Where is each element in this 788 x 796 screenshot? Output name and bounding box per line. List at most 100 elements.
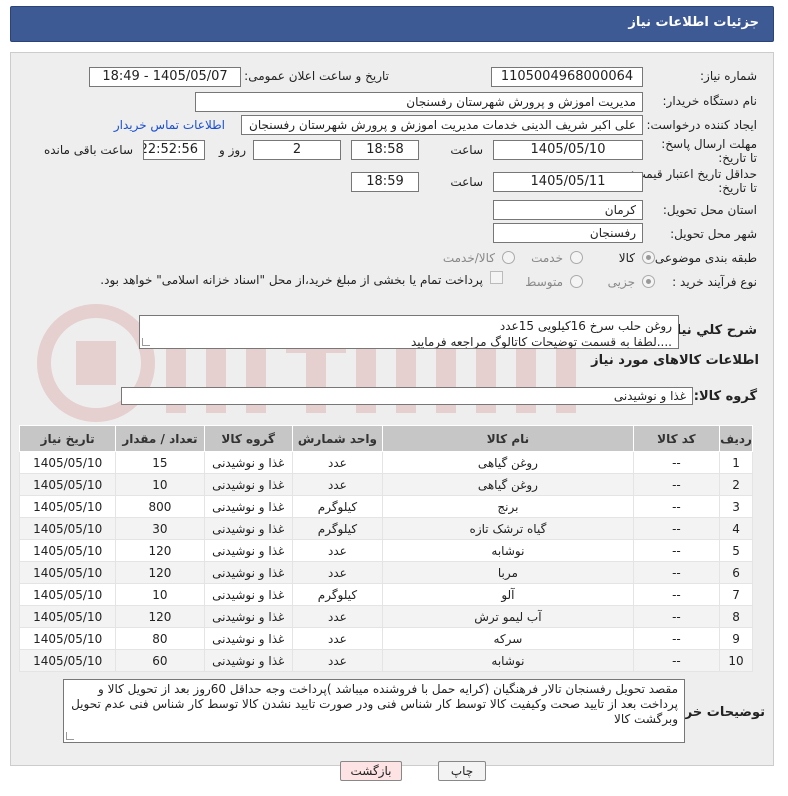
description-textarea[interactable]: روغن حلب سرخ 16کیلویی 15عدد ....لطفا به …: [139, 315, 679, 349]
treasury-payment-checkbox[interactable]: [490, 271, 503, 284]
row-group: غذا و نوشیدنی: [203, 561, 293, 584]
province-field: کرمان: [493, 200, 643, 220]
validity-label: حداقل تاریخ اعتبار قیمت: تا تاریخ:: [630, 167, 757, 195]
row-index: 6: [719, 561, 753, 584]
row-index: 7: [719, 583, 753, 606]
row-qty: 120: [115, 561, 205, 584]
table-row: 3 -- برنج کیلوگرم غذا و نوشیدنی 800 1405/05/10: [18, 495, 753, 518]
col-header-group: گروه کالا: [203, 425, 293, 452]
row-date: 1405/05/10: [18, 561, 117, 584]
goods-table-header: ردیف کد کالا نام کالا واحد شمارش گروه کا…: [18, 425, 753, 452]
row-name: روغن گیاهی: [382, 451, 634, 474]
need-number-field: 1105004968000064: [491, 67, 643, 87]
row-group: غذا و نوشیدنی: [203, 583, 293, 606]
resize-handle-icon[interactable]: [66, 732, 74, 740]
row-code: --: [632, 561, 721, 584]
buyer-contact-link[interactable]: اطلاعات تماس خریدار: [114, 118, 225, 132]
row-date: 1405/05/10: [18, 605, 117, 628]
col-header-unit: واحد شمارش: [291, 425, 384, 452]
validity-date-field: 1405/05/11: [493, 172, 643, 192]
validity-time-field: 18:59: [351, 172, 419, 192]
row-qty: 120: [115, 605, 205, 628]
buyer-org-label: نام دستگاه خریدار:: [662, 94, 758, 108]
row-unit: عدد: [291, 561, 384, 584]
table-row: 7 -- آلو کیلوگرم غذا و نوشیدنی 10 1405/05/10: [18, 583, 753, 606]
row-date: 1405/05/10: [18, 539, 117, 562]
description-line-1: روغن حلب سرخ 16کیلویی 15عدد: [499, 319, 672, 333]
row-group: غذا و نوشیدنی: [203, 473, 293, 496]
row-group: غذا و نوشیدنی: [203, 451, 293, 474]
remaining-label: ساعت باقی مانده: [43, 143, 133, 157]
row-qty: 10: [115, 473, 205, 496]
row-date: 1405/05/10: [18, 495, 117, 518]
row-name: نوشابه: [382, 539, 634, 562]
table-row: 5 -- نوشابه عدد غذا و نوشیدنی 120 1405/05/10: [18, 539, 753, 562]
row-date: 1405/05/10: [18, 583, 117, 606]
col-header-date: تاریخ نیاز: [18, 425, 117, 452]
row-unit: عدد: [291, 649, 384, 672]
row-group: غذا و نوشیدنی: [203, 649, 293, 672]
row-group: غذا و نوشیدنی: [203, 495, 293, 518]
resize-handle-icon[interactable]: [142, 338, 150, 346]
row-code: --: [632, 451, 721, 474]
deadline-date-field: 1405/05/10: [493, 140, 643, 160]
row-code: --: [632, 539, 721, 562]
col-header-code: کد کالا: [632, 425, 721, 452]
row-qty: 800: [115, 495, 205, 518]
row-date: 1405/05/10: [18, 473, 117, 496]
table-row: 2 -- روغن گیاهی عدد غذا و نوشیدنی 10 1405/05/1…: [18, 473, 753, 496]
row-code: --: [632, 605, 721, 628]
description-line-2: ....لطفا به قسمت توضیحات کاتالوگ مراجعه …: [410, 335, 672, 349]
buyer-org-field: مدیریت اموزش و پرورش شهرستان رفسنجان: [195, 92, 643, 112]
back-button[interactable]: بازگشت: [340, 761, 402, 781]
row-unit: کیلوگرم: [291, 495, 384, 518]
process-radio-minor[interactable]: [642, 275, 655, 288]
category-radio-service[interactable]: [570, 251, 583, 264]
row-unit: کیلوگرم: [291, 517, 384, 540]
table-row: 8 -- آب لیمو ترش عدد غذا و نوشیدنی 120 1405/05…: [18, 605, 753, 628]
print-button[interactable]: چاپ: [438, 761, 486, 781]
row-group: غذا و نوشیدنی: [203, 517, 293, 540]
row-unit: عدد: [291, 605, 384, 628]
row-qty: 80: [115, 627, 205, 650]
page-title: جزئیات اطلاعات نیاز: [10, 6, 774, 42]
table-row: 9 -- سرکه عدد غذا و نوشیدنی 80 1405/05/10: [18, 627, 753, 650]
goods-table-body: 1 -- روغن گیاهی عدد غذا و نوشیدنی 15 1405/05/1…: [18, 451, 753, 672]
category-radio-goods-service[interactable]: [502, 251, 515, 264]
requester-field: علی اکبر شریف الدینی خدمات مدیریت اموزش …: [241, 115, 643, 135]
row-group: غذا و نوشیدنی: [203, 539, 293, 562]
row-index: 2: [719, 473, 753, 496]
city-label: شهر محل تحویل:: [670, 227, 757, 241]
row-index: 9: [719, 627, 753, 650]
row-unit: عدد: [291, 473, 384, 496]
row-date: 1405/05/10: [18, 649, 117, 672]
process-radio-medium[interactable]: [570, 275, 583, 288]
deadline-label: مهلت ارسال پاسخ: تا تاریخ:: [661, 137, 757, 165]
announce-field: 1405/05/07 - 18:49: [89, 67, 241, 87]
days-field: 2: [253, 140, 341, 160]
category-radio-goods[interactable]: [642, 251, 655, 264]
table-row: 10 -- نوشابه عدد غذا و نوشیدنی 60 1405/05/10: [18, 649, 753, 672]
row-qty: 10: [115, 583, 205, 606]
row-name: آب لیمو ترش: [382, 605, 634, 628]
process-label: نوع فرآیند خرید :: [672, 275, 757, 289]
col-header-name: نام کالا: [382, 425, 634, 452]
validity-time-label: ساعت: [450, 175, 483, 189]
buyer-notes-textarea[interactable]: مقصد تحویل رفسنجان تالار فرهنگیان (کرایه…: [63, 679, 685, 743]
col-header-qty: تعداد / مقدار: [115, 425, 205, 452]
row-group: غذا و نوشیدنی: [203, 627, 293, 650]
row-unit: کیلوگرم: [291, 583, 384, 606]
row-group: غذا و نوشیدنی: [203, 605, 293, 628]
row-index: 3: [719, 495, 753, 518]
row-index: 4: [719, 517, 753, 540]
row-index: 5: [719, 539, 753, 562]
row-date: 1405/05/10: [18, 517, 117, 540]
goods-group-field: غذا و نوشیدنی: [121, 387, 693, 405]
row-unit: عدد: [291, 451, 384, 474]
row-name: سرکه: [382, 627, 634, 650]
row-code: --: [632, 495, 721, 518]
buyer-notes-text: مقصد تحویل رفسنجان تالار فرهنگیان (کرایه…: [71, 682, 678, 726]
need-number-label: شماره نیاز:: [700, 69, 757, 83]
process-option-medium: متوسط: [525, 275, 563, 289]
remaining-time-field: 22:52:56: [143, 140, 205, 160]
